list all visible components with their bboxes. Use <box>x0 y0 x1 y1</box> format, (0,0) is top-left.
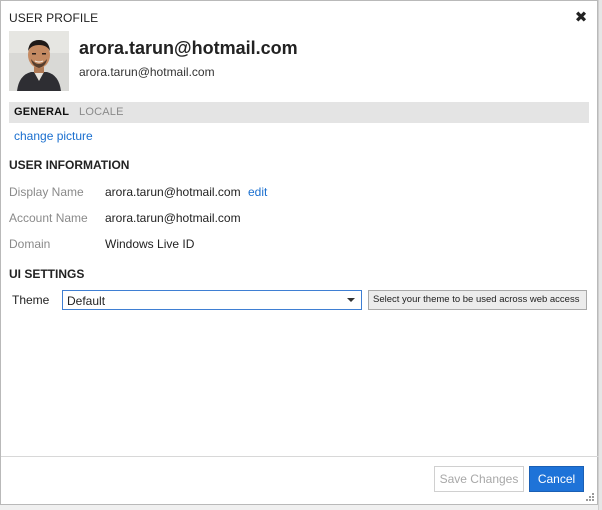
display-name-label: Display Name <box>9 185 84 199</box>
tab-bar: GENERAL LOCALE <box>9 102 589 123</box>
edit-display-name-link[interactable]: edit <box>248 185 267 199</box>
user-profile-dialog: USER PROFILE ✖ arora.tarun@hotmail.com a… <box>0 0 599 505</box>
avatar <box>9 31 69 91</box>
save-changes-button[interactable]: Save Changes <box>434 466 524 492</box>
background-page-edge <box>598 0 602 510</box>
theme-select[interactable]: Default <box>62 290 362 310</box>
ui-settings-heading: UI SETTINGS <box>9 267 85 281</box>
account-name-value: arora.tarun@hotmail.com <box>105 211 241 225</box>
user-information-heading: USER INFORMATION <box>9 158 130 172</box>
display-name-value: arora.tarun@hotmail.com <box>105 185 241 199</box>
change-picture-link[interactable]: change picture <box>14 129 93 143</box>
chevron-down-icon <box>347 298 355 302</box>
tab-locale[interactable]: LOCALE <box>79 106 124 118</box>
tab-general[interactable]: GENERAL <box>14 106 69 118</box>
close-icon[interactable]: ✖ <box>574 10 588 25</box>
footer-divider <box>1 456 599 457</box>
theme-select-value: Default <box>67 294 106 308</box>
profile-display-name: arora.tarun@hotmail.com <box>79 38 298 58</box>
domain-label: Domain <box>9 237 51 251</box>
dialog-title: USER PROFILE <box>9 11 99 25</box>
profile-email: arora.tarun@hotmail.com <box>79 65 215 79</box>
theme-label: Theme <box>12 293 50 307</box>
account-name-label: Account Name <box>9 211 88 225</box>
domain-value: Windows Live ID <box>105 237 195 251</box>
theme-hint-tooltip: Select your theme to be used across web … <box>368 290 587 310</box>
cancel-button[interactable]: Cancel <box>529 466 584 492</box>
resize-grip-icon[interactable] <box>586 493 594 501</box>
